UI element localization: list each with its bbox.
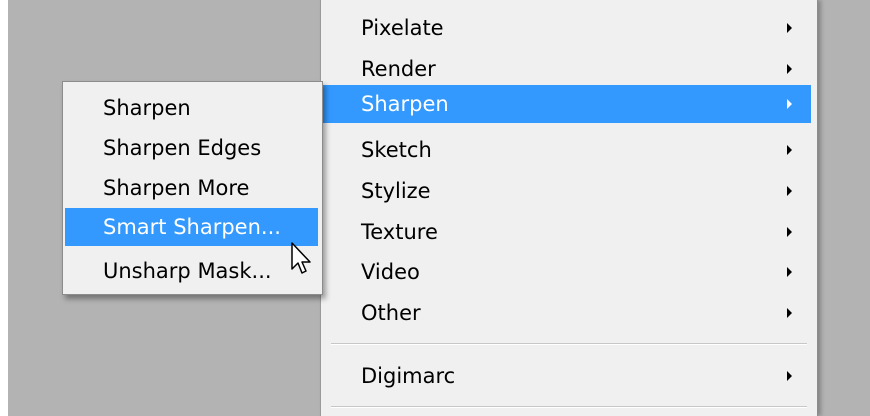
submenu-arrow-icon: [787, 145, 792, 155]
menu-item-label: Other: [361, 301, 421, 325]
menu-separator: [331, 343, 807, 345]
menu-item-sketch[interactable]: Sketch: [321, 131, 811, 169]
submenu-arrow-icon: [787, 371, 792, 381]
menu-item-label: Sketch: [361, 138, 432, 162]
menu-item-stylize[interactable]: Stylize: [321, 172, 811, 210]
submenu-item-label: Sharpen: [103, 96, 191, 120]
submenu-arrow-icon: [787, 99, 792, 109]
menu-item-label: Digimarc: [361, 364, 456, 388]
submenu-item-sharpen[interactable]: Sharpen: [65, 89, 318, 127]
submenu-arrow-icon: [787, 186, 792, 196]
submenu-arrow-icon: [787, 267, 792, 277]
submenu-arrow-icon: [787, 308, 792, 318]
submenu-item-label: Unsharp Mask...: [103, 259, 272, 283]
submenu-arrow-icon: [787, 64, 792, 74]
submenu-item-smart-sharpen[interactable]: Smart Sharpen...: [65, 208, 318, 246]
submenu-item-label: Sharpen More: [103, 176, 250, 200]
menu-item-label: Render: [361, 57, 436, 81]
menu-item-digimarc[interactable]: Digimarc: [321, 357, 811, 395]
menu-separator: [331, 406, 807, 408]
menu-item-video[interactable]: Video: [321, 253, 811, 291]
menu-item-label: Texture: [361, 220, 438, 244]
submenu-arrow-icon: [787, 23, 792, 33]
sharpen-submenu: Sharpen Sharpen Edges Sharpen More Smart…: [62, 81, 323, 295]
filter-menu: Pixelate Render Sharpen Sketch Stylize T…: [320, 0, 818, 416]
submenu-item-sharpen-more[interactable]: Sharpen More: [65, 169, 318, 207]
submenu-item-label: Smart Sharpen...: [103, 215, 281, 239]
submenu-item-label: Sharpen Edges: [103, 136, 262, 160]
menu-item-render[interactable]: Render: [321, 50, 811, 88]
menu-item-texture[interactable]: Texture: [321, 213, 811, 251]
menu-item-other[interactable]: Other: [321, 294, 811, 332]
menu-item-pixelate[interactable]: Pixelate: [321, 9, 811, 47]
arrow-pointer-icon: [291, 242, 311, 274]
submenu-item-unsharp-mask[interactable]: Unsharp Mask...: [65, 252, 318, 290]
menu-item-label: Sharpen: [361, 92, 449, 116]
menu-item-label: Stylize: [361, 179, 431, 203]
submenu-arrow-icon: [787, 227, 792, 237]
menu-item-label: Pixelate: [361, 16, 444, 40]
menu-item-label: Video: [361, 260, 420, 284]
submenu-item-sharpen-edges[interactable]: Sharpen Edges: [65, 129, 318, 167]
menu-item-sharpen[interactable]: Sharpen: [321, 85, 811, 123]
